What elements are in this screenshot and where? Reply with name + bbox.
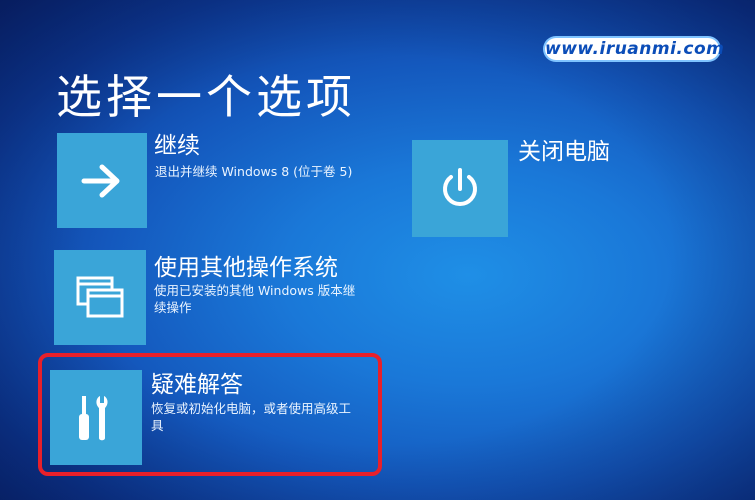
other-os-option[interactable]: 使用其他操作系统 使用已安装的其他 Windows 版本继续操作 [54, 250, 364, 346]
other-os-description: 使用已安装的其他 Windows 版本继续操作 [154, 283, 356, 315]
continue-option[interactable]: 继续 退出并继续 Windows 8 (位于卷 5) [57, 133, 357, 229]
selection-highlight [38, 353, 382, 476]
arrow-right-icon [81, 164, 120, 197]
power-icon [443, 167, 477, 206]
shutdown-title: 关闭电脑 [518, 139, 610, 165]
shutdown-tile [412, 140, 508, 237]
continue-title: 继续 [154, 133, 200, 159]
other-os-tile [54, 250, 146, 345]
page-title: 选择一个选项 [56, 69, 356, 124]
shutdown-option[interactable]: 关闭电脑 [412, 139, 632, 240]
windows-stack-icon [76, 276, 124, 317]
other-os-title: 使用其他操作系统 [154, 255, 338, 281]
continue-tile [57, 133, 147, 228]
continue-description: 退出并继续 Windows 8 (位于卷 5) [155, 164, 353, 179]
watermark-badge: www.iruanmi.com [545, 38, 725, 60]
